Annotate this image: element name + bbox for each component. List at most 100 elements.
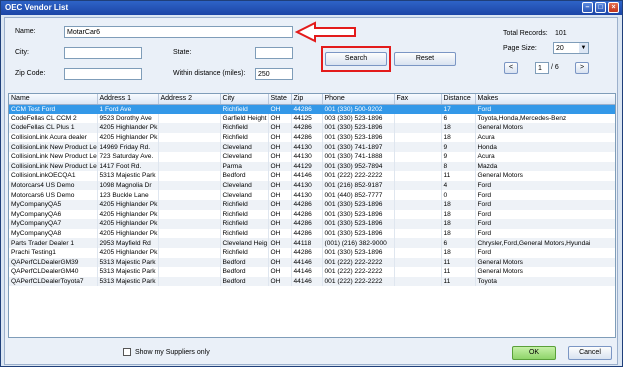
table-cell: 5313 Majestic Park bbox=[97, 276, 159, 287]
total-records-value: 101 bbox=[555, 30, 567, 37]
table-cell: 11 bbox=[441, 267, 476, 277]
column-header[interactable]: Address 1 bbox=[97, 94, 159, 105]
table-cell bbox=[158, 267, 221, 277]
column-header[interactable]: Fax bbox=[394, 94, 442, 105]
table-cell: CollisionLink New Product Le bbox=[9, 151, 98, 162]
table-cell: 2953 Mayfield Rd bbox=[97, 238, 159, 248]
ok-button[interactable]: OK bbox=[512, 346, 556, 360]
cancel-button[interactable]: Cancel bbox=[568, 346, 612, 360]
search-button[interactable]: Search bbox=[325, 52, 387, 66]
table-cell: 18 bbox=[441, 228, 476, 239]
table-row[interactable]: QAPerfCLDealerToyota7 5313 Majestic Park B… bbox=[9, 276, 615, 287]
table-cell: Cleveland Heig bbox=[220, 238, 269, 248]
table-cell: CollisionLink Acura dealer bbox=[9, 132, 98, 143]
city-input[interactable] bbox=[64, 47, 142, 59]
table-cell: MyCompanyQA5 bbox=[9, 199, 98, 210]
page-size-select[interactable]: 20 ▼ bbox=[553, 42, 589, 54]
table-cell: 14969 Friday Rd. bbox=[97, 142, 159, 152]
maximize-icon[interactable]: □ bbox=[595, 2, 606, 13]
table-row[interactable]: CCM Test Ford 1 Ford Ave Richfield OH 44286 0… bbox=[9, 104, 615, 114]
window-title: OEC Vendor List bbox=[5, 3, 69, 12]
table-cell: Parma bbox=[220, 161, 269, 172]
table-cell: Toyota bbox=[475, 276, 615, 287]
column-header[interactable]: Makes bbox=[475, 94, 615, 105]
table-row[interactable]: QAPerfCLDealerGM40 5313 Majestic Park Bedf… bbox=[9, 267, 615, 277]
table-cell: 44146 bbox=[291, 257, 323, 268]
table-cell: 8 bbox=[441, 161, 476, 172]
reset-button[interactable]: Reset bbox=[394, 52, 456, 66]
table-cell: 6 bbox=[441, 238, 476, 248]
table-cell bbox=[158, 190, 221, 200]
table-row[interactable]: Prachi Testing1 4205 Highlander Pk Richfie… bbox=[9, 247, 615, 258]
table-cell bbox=[394, 238, 442, 248]
name-input[interactable]: MotarCar6 bbox=[64, 26, 293, 38]
table-row[interactable]: Motorcars4 US Demo 1098 Magnolia Dr Clevel… bbox=[9, 180, 615, 191]
distance-input[interactable]: 250 bbox=[255, 68, 293, 80]
column-header[interactable]: Distance bbox=[441, 94, 476, 105]
table-cell: Richfield bbox=[220, 132, 269, 143]
show-suppliers-toggle[interactable]: Show my Suppliers only bbox=[123, 348, 210, 356]
table-row[interactable]: QAPerfCLDealerGM39 5313 Majestic Park Bedf… bbox=[9, 257, 615, 268]
table-row[interactable]: Motorcars6 US Demo 123 Buckle Lane Clevela… bbox=[9, 190, 615, 200]
table-row[interactable]: CollisionLink New Product Le 723 Saturday… bbox=[9, 151, 615, 162]
table-row[interactable]: MyCompanyQA7 4205 Highlander Pk Richfield O… bbox=[9, 219, 615, 229]
table-cell bbox=[394, 257, 442, 268]
table-cell bbox=[394, 142, 442, 152]
table-cell: MyCompanyQA6 bbox=[9, 209, 98, 220]
state-input[interactable] bbox=[255, 47, 293, 59]
table-cell: Cleveland bbox=[220, 180, 269, 191]
table-row[interactable]: CodeFellas CL Plus 1 4205 Highlander Pk Ri… bbox=[9, 123, 615, 133]
table-cell: Ford bbox=[475, 199, 615, 210]
table-cell: 001 (330) 523-1896 bbox=[322, 219, 395, 229]
name-label: Name: bbox=[15, 28, 36, 35]
table-row[interactable]: CollisionLink New Product Le 14969 Friday… bbox=[9, 142, 615, 152]
table-cell bbox=[158, 247, 221, 258]
table-row[interactable]: CollisionLink Acura dealer 4205 Highlande… bbox=[9, 132, 615, 143]
table-cell: 001 (222) 222-2222 bbox=[322, 276, 395, 287]
table-row[interactable]: Parts Trader Dealer 1 2953 Mayfield Rd Cle… bbox=[9, 238, 615, 248]
column-header[interactable]: City bbox=[220, 94, 269, 105]
show-suppliers-checkbox[interactable] bbox=[123, 348, 131, 356]
table-cell: 44130 bbox=[291, 180, 323, 191]
zip-input[interactable] bbox=[64, 68, 142, 80]
prev-page-button[interactable]: < bbox=[504, 62, 518, 74]
table-cell: OH bbox=[268, 190, 292, 200]
column-header[interactable]: Name bbox=[9, 94, 98, 105]
table-row[interactable]: MyCompanyQA8 4205 Highlander Pk Richfield O… bbox=[9, 228, 615, 239]
column-header[interactable]: Address 2 bbox=[158, 94, 221, 105]
table-row[interactable]: CodeFellas CL CCM 2 9523 Dorothy Ave Garfi… bbox=[9, 113, 615, 124]
table-cell: Ford bbox=[475, 219, 615, 229]
page-current-input[interactable]: 1 bbox=[535, 62, 549, 74]
table-cell bbox=[158, 238, 221, 248]
close-icon[interactable]: × bbox=[608, 2, 619, 13]
table-cell: 44130 bbox=[291, 151, 323, 162]
table-cell: 5313 Majestic Park bbox=[97, 267, 159, 277]
table-cell: Motorcars4 US Demo bbox=[9, 180, 98, 191]
table-cell: 723 Saturday Ave. bbox=[97, 151, 159, 162]
column-header[interactable]: Phone bbox=[322, 94, 395, 105]
table-cell: Ford bbox=[475, 190, 615, 200]
table-cell: 9 bbox=[441, 151, 476, 162]
table-row[interactable]: MyCompanyQA5 4205 Highlander Pk Richfield O… bbox=[9, 199, 615, 210]
table-cell bbox=[158, 180, 221, 191]
table-cell bbox=[394, 104, 442, 114]
table-cell bbox=[394, 151, 442, 162]
minimize-icon[interactable]: – bbox=[582, 2, 593, 13]
column-header[interactable]: Zip bbox=[291, 94, 323, 105]
table-cell: 4205 Highlander Pk bbox=[97, 123, 159, 133]
table-cell: OH bbox=[268, 238, 292, 248]
column-header[interactable]: State bbox=[268, 94, 292, 105]
table-cell: 11 bbox=[441, 171, 476, 181]
table-cell: 001 (330) 523-1896 bbox=[322, 132, 395, 143]
next-page-button[interactable]: > bbox=[575, 62, 589, 74]
table-row[interactable]: CollisionLink New Product Le 1417 Foot Rd… bbox=[9, 161, 615, 172]
table-cell: Ford bbox=[475, 104, 615, 114]
table-cell: 5313 Majestic Park bbox=[97, 257, 159, 268]
table-row[interactable]: CollisionLinkOECQA1 5313 Majestic Park Bed… bbox=[9, 171, 615, 181]
table-cell: 001 (222) 222-2222 bbox=[322, 257, 395, 268]
table-cell: 44125 bbox=[291, 113, 323, 124]
table-cell: General Motors bbox=[475, 257, 615, 268]
table-cell: 0 bbox=[441, 190, 476, 200]
table-row[interactable]: MyCompanyQA6 4205 Highlander Pk Richfield O… bbox=[9, 209, 615, 220]
table-cell: CollisionLinkOECQA1 bbox=[9, 171, 98, 181]
